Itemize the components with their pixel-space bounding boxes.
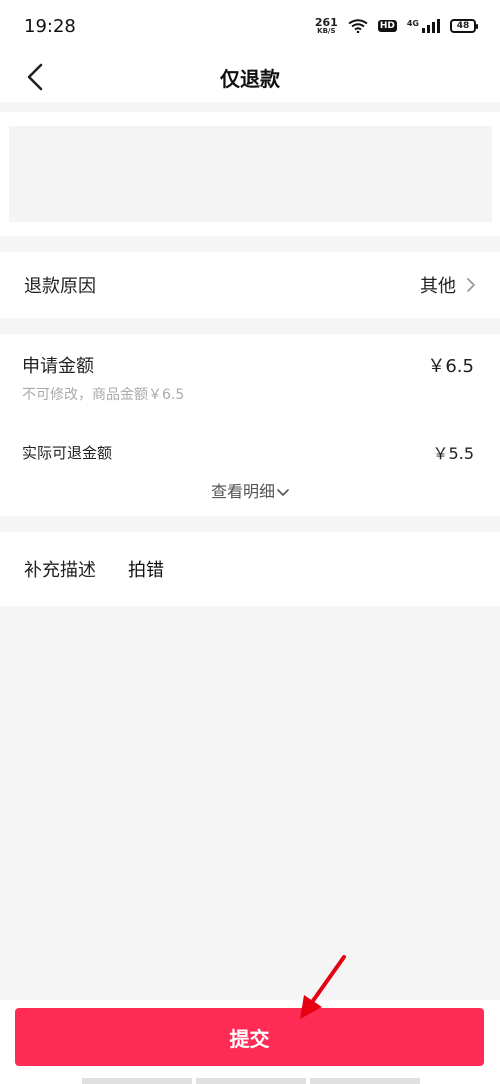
apply-amount-hint: 不可修改，商品金额￥6.5 xyxy=(22,387,185,403)
view-details-link[interactable]: 查看明细 xyxy=(0,478,500,502)
home-indicator xyxy=(82,1078,192,1084)
battery-icon: 48 xyxy=(450,19,478,33)
annotation-arrow-icon xyxy=(300,955,346,1019)
wifi-icon xyxy=(348,19,368,33)
actual-refund-row: 实际可退金额 ￥5.5 xyxy=(22,440,474,464)
battery-level: 48 xyxy=(456,21,470,31)
apply-amount-value: ￥6.5 xyxy=(427,356,474,377)
product-placeholder xyxy=(9,126,492,222)
description-input[interactable]: 拍错 xyxy=(128,556,164,582)
status-bar: 19:28 261 KB/S HD 4G 48 xyxy=(0,0,500,52)
status-icons: 261 KB/S HD 4G 48 xyxy=(315,17,478,35)
refund-reason-selector[interactable]: 其他 xyxy=(420,272,476,298)
view-details-label: 查看明细 xyxy=(210,482,275,501)
apply-amount-row: 申请金额 ￥6.5 xyxy=(22,352,474,378)
network-type: 4G xyxy=(406,19,419,28)
home-indicator xyxy=(310,1078,420,1084)
actual-refund-label: 实际可退金额 xyxy=(22,443,113,462)
product-card xyxy=(0,112,500,236)
status-time: 19:28 xyxy=(24,15,76,37)
chevron-down-icon xyxy=(277,488,289,496)
refund-reason-label: 退款原因 xyxy=(24,276,96,297)
chevron-right-icon xyxy=(467,278,475,292)
back-button[interactable] xyxy=(18,60,52,94)
description-label: 补充描述 xyxy=(24,560,96,581)
home-indicator xyxy=(196,1078,306,1084)
cellular-signal-icon: 4G xyxy=(407,19,440,33)
chevron-left-icon xyxy=(27,63,43,91)
description-row[interactable]: 补充描述 拍错 xyxy=(0,532,500,606)
network-speed: 261 KB/S xyxy=(315,17,338,35)
page-title: 仅退款 xyxy=(220,66,280,91)
actual-refund-value: ￥5.5 xyxy=(432,444,474,463)
submit-button[interactable]: 提交 xyxy=(15,1008,484,1066)
refund-reason-row[interactable]: 退款原因 其他 xyxy=(0,252,500,318)
refund-reason-value: 其他 xyxy=(420,276,456,297)
apply-amount-label: 申请金额 xyxy=(22,356,94,377)
nav-bar: 仅退款 xyxy=(0,52,500,102)
network-speed-unit: KB/S xyxy=(317,27,336,35)
hd-icon: HD xyxy=(377,20,397,32)
